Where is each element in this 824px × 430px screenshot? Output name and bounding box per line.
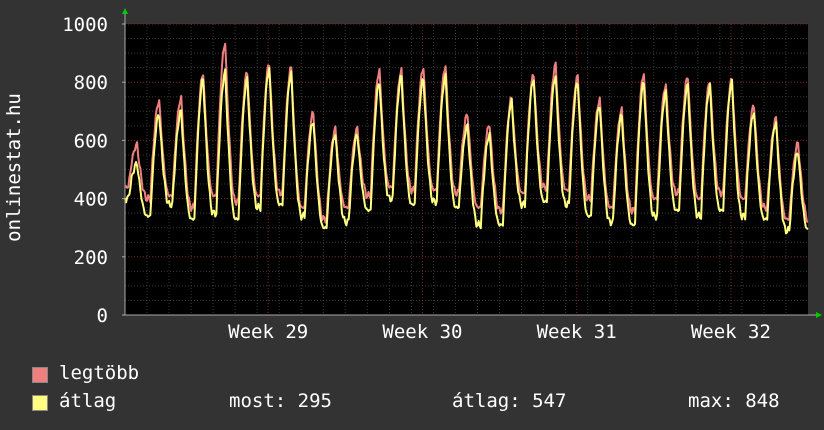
y-tick-label: 1000 [62,14,108,36]
y-axis-label: onlinestat.hu [3,93,25,242]
y-axis-arrow [122,8,128,14]
x-axis-arrow [816,312,822,318]
stat-average: átlag: 547 [452,390,567,412]
x-tick-label: Week 31 [537,321,617,343]
y-tick-label: 200 [74,247,108,269]
legend-swatch-max [32,367,48,383]
x-tick-label: Week 30 [382,321,462,343]
stat-max: max: 848 [688,390,780,412]
legend-label-avg: átlag [59,390,117,412]
y-tick-label: 600 [74,130,108,152]
x-tick-label: Week 32 [691,321,771,343]
y-tick-label: 0 [97,305,108,327]
legend-row-max: legtöbb [0,362,824,388]
y-tick-label: 800 [74,72,108,94]
legend-row-avg: átlag most: 295 átlag: 547 max: 848 [0,390,824,416]
x-tick-label: Week 29 [228,321,308,343]
y-tick-label: 400 [74,189,108,211]
legend-swatch-avg [32,395,48,411]
legend-label-max: legtöbb [59,362,140,384]
stat-now: most: 295 [229,390,332,412]
